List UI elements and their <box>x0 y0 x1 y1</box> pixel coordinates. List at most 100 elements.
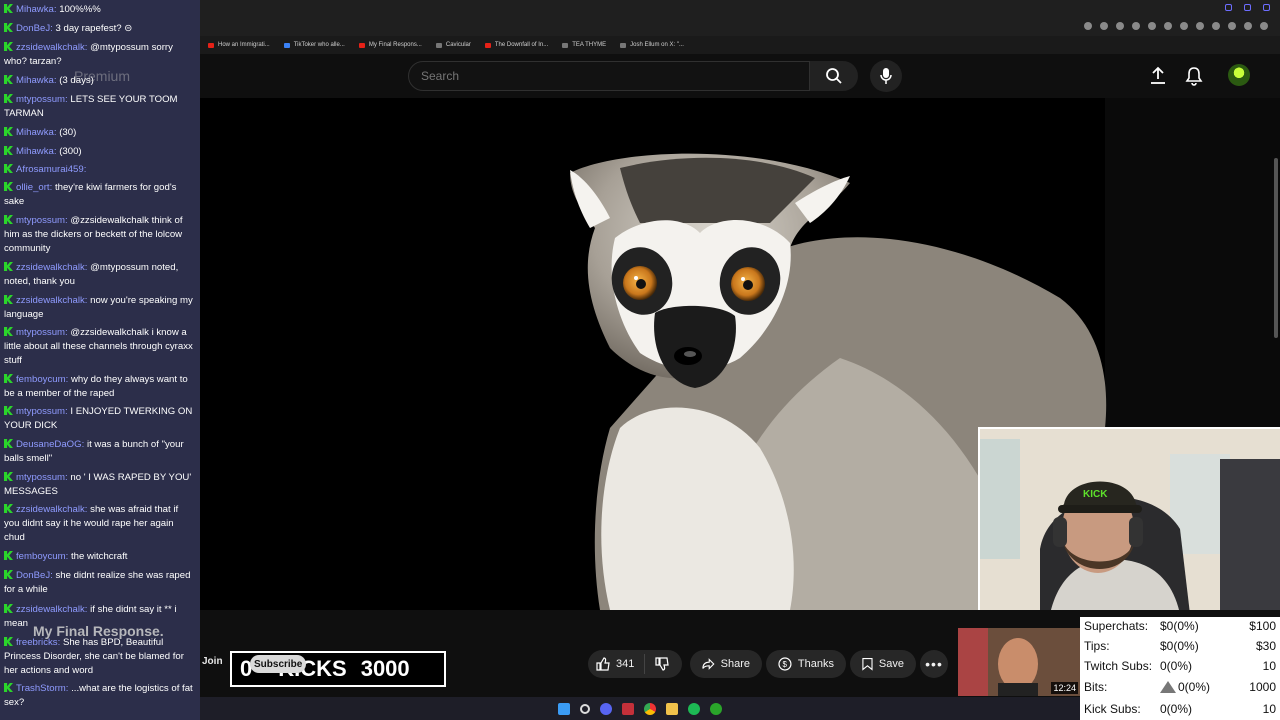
chat-message: DeusaneDaOG: it was a bunch of "your bal… <box>4 439 184 464</box>
stat-row-tips: Tips: $0(0%) $30 <box>1084 639 1276 653</box>
like-dislike-group: 341 <box>588 650 682 678</box>
chat-username[interactable]: TrashStorm <box>16 683 66 694</box>
save-label: Save <box>878 658 904 670</box>
stat-row-twitch-subs: Twitch Subs: 0(0%) 10 <box>1084 659 1276 673</box>
chat-message: zzsidewalkchalk: she was afraid that if … <box>4 504 179 543</box>
stat-row-superchats: Superchats: $0(0%) $100 <box>1084 619 1276 633</box>
chat-message: mtypossum: @zzsidewalkchalk think of him… <box>4 215 183 254</box>
kick-badge-icon <box>4 262 13 271</box>
chat-text: 3 day rapefest? ⊝ <box>55 23 133 34</box>
search-icon[interactable] <box>580 703 590 714</box>
kick-badge-icon <box>4 127 13 136</box>
folder-icon <box>562 42 569 48</box>
chat-message: zzsidewalkchalk: @mtypossum sorry who? t… <box>4 42 173 67</box>
windows-start-icon[interactable] <box>558 702 570 715</box>
chat-message: zzsidewalkchalk: now you're speaking my … <box>4 295 193 320</box>
search-button[interactable] <box>810 61 858 91</box>
chat-username[interactable]: DonBeJ <box>16 23 50 34</box>
bookmark-item[interactable]: TEA THYME <box>562 42 606 48</box>
subscribe-button[interactable]: Subscribe <box>250 655 307 673</box>
chat-username[interactable]: zzsidewalkchalk <box>16 262 85 273</box>
chat-username[interactable]: Mihawka <box>16 146 54 157</box>
bookmark-item[interactable]: Cavicular <box>435 42 471 48</box>
stat-row-bits: Bits: 0(0%) 1000 <box>1084 680 1276 694</box>
share-label: Share <box>720 658 750 670</box>
bookmark-item[interactable]: How an Immigrati... <box>208 42 270 48</box>
search-input[interactable] <box>408 61 810 91</box>
chat-username[interactable]: zzsidewalkchalk <box>16 295 85 306</box>
kick-badge-icon <box>4 327 13 336</box>
chat-message: Mihawka: (300) <box>4 145 196 159</box>
youtube-icon <box>358 42 365 48</box>
kick-badge-icon <box>4 604 13 613</box>
thumbs-up-icon <box>596 657 610 671</box>
chat-message: DonBeJ: 3 day rapefest? ⊝ <box>4 22 196 36</box>
stat-row-kick-subs: Kick Subs: 0(0%) 10 <box>1084 702 1276 716</box>
scrollbar[interactable] <box>1274 158 1278 338</box>
chat-username[interactable]: mtypossum <box>16 215 65 226</box>
up-next-thumbnail[interactable]: 12:24 <box>958 628 1080 696</box>
more-actions-button[interactable]: ••• <box>920 650 948 678</box>
xbox-icon[interactable] <box>710 702 722 715</box>
kick-badge-icon <box>4 295 13 304</box>
youtube-icon <box>208 42 214 48</box>
kick-badge-icon <box>4 215 13 224</box>
chat-username[interactable]: zzsidewalkchalk <box>16 604 85 615</box>
kick-badge-icon <box>4 472 13 481</box>
chat-text: (3 days) <box>59 75 94 86</box>
taskbar <box>200 697 1080 720</box>
voice-search-button[interactable] <box>870 60 902 92</box>
chat-username[interactable]: mtypossum <box>16 94 65 105</box>
spotify-icon[interactable] <box>688 702 700 715</box>
chat-username[interactable]: Afrosamurai459 <box>16 164 84 175</box>
bookmark-item[interactable]: Josh Ellum on X: "... <box>620 42 684 48</box>
bookmark-item[interactable]: My Final Respons... <box>358 42 422 48</box>
chat-username[interactable]: mtypossum <box>16 406 65 417</box>
chat-username[interactable]: DonBeJ <box>16 570 50 581</box>
youtube-icon <box>484 42 491 48</box>
folder-icon[interactable] <box>666 702 678 715</box>
save-button[interactable]: Save <box>850 650 916 678</box>
chat-username[interactable]: Mihawka <box>16 127 54 138</box>
kick-badge-icon <box>4 182 13 191</box>
app-icon[interactable] <box>622 702 634 715</box>
discord-icon[interactable] <box>600 702 612 715</box>
dislike-button[interactable] <box>645 657 679 671</box>
chat-username[interactable]: femboycum <box>16 374 66 385</box>
chat-panel: Premium Mihawka: 100%%% DonBeJ: 3 day rap… <box>0 0 200 720</box>
upload-icon[interactable] <box>1148 66 1168 86</box>
chat-username[interactable]: Mihawka <box>16 75 54 86</box>
chat-username[interactable]: femboycum <box>16 551 66 562</box>
like-button[interactable]: 341 <box>588 654 646 674</box>
bell-icon[interactable] <box>1184 66 1204 86</box>
chat-message: TrashStorm: ...what are the logistics of… <box>4 683 193 708</box>
chat-username[interactable]: zzsidewalkchalk <box>16 42 85 53</box>
chat-username[interactable]: ollie_ort <box>16 182 50 193</box>
chat-text: the witchcraft <box>70 551 128 562</box>
share-button[interactable]: Share <box>690 650 762 678</box>
thanks-button[interactable]: $ Thanks <box>766 650 846 678</box>
bookmark-item[interactable]: The Downfall of In... <box>484 42 548 48</box>
chat-username[interactable]: mtypossum <box>16 327 65 338</box>
chat-text: (300) <box>59 146 82 157</box>
extension-icons[interactable] <box>1084 22 1268 30</box>
bookmark-item[interactable]: TikToker who alle... <box>283 42 345 48</box>
chat-username[interactable]: mtypossum <box>16 472 65 483</box>
chat-username[interactable]: Mihawka <box>16 4 54 15</box>
microphone-icon <box>880 68 892 84</box>
kick-badge-icon <box>4 42 13 51</box>
thumbs-down-icon <box>655 657 670 671</box>
kick-badge-icon <box>4 439 13 448</box>
avatar[interactable] <box>1228 64 1250 86</box>
window-controls[interactable] <box>1225 4 1270 11</box>
chat-message: freebricks: She has BPD, Beautiful Princ… <box>4 637 184 676</box>
svg-text:$: $ <box>782 660 787 669</box>
chrome-icon[interactable] <box>644 702 656 715</box>
kicks-goal: 3000 <box>360 656 410 681</box>
kick-badge-icon <box>4 164 13 173</box>
join-button[interactable]: Join <box>202 656 223 667</box>
chat-message: mtypossum: I ENJOYED TWERKING ON YOUR DI… <box>4 406 193 431</box>
chat-username[interactable]: DeusaneDaOG <box>16 439 82 450</box>
chat-message: Mihawka: (30) <box>4 126 196 140</box>
chat-username[interactable]: zzsidewalkchalk <box>16 504 85 515</box>
